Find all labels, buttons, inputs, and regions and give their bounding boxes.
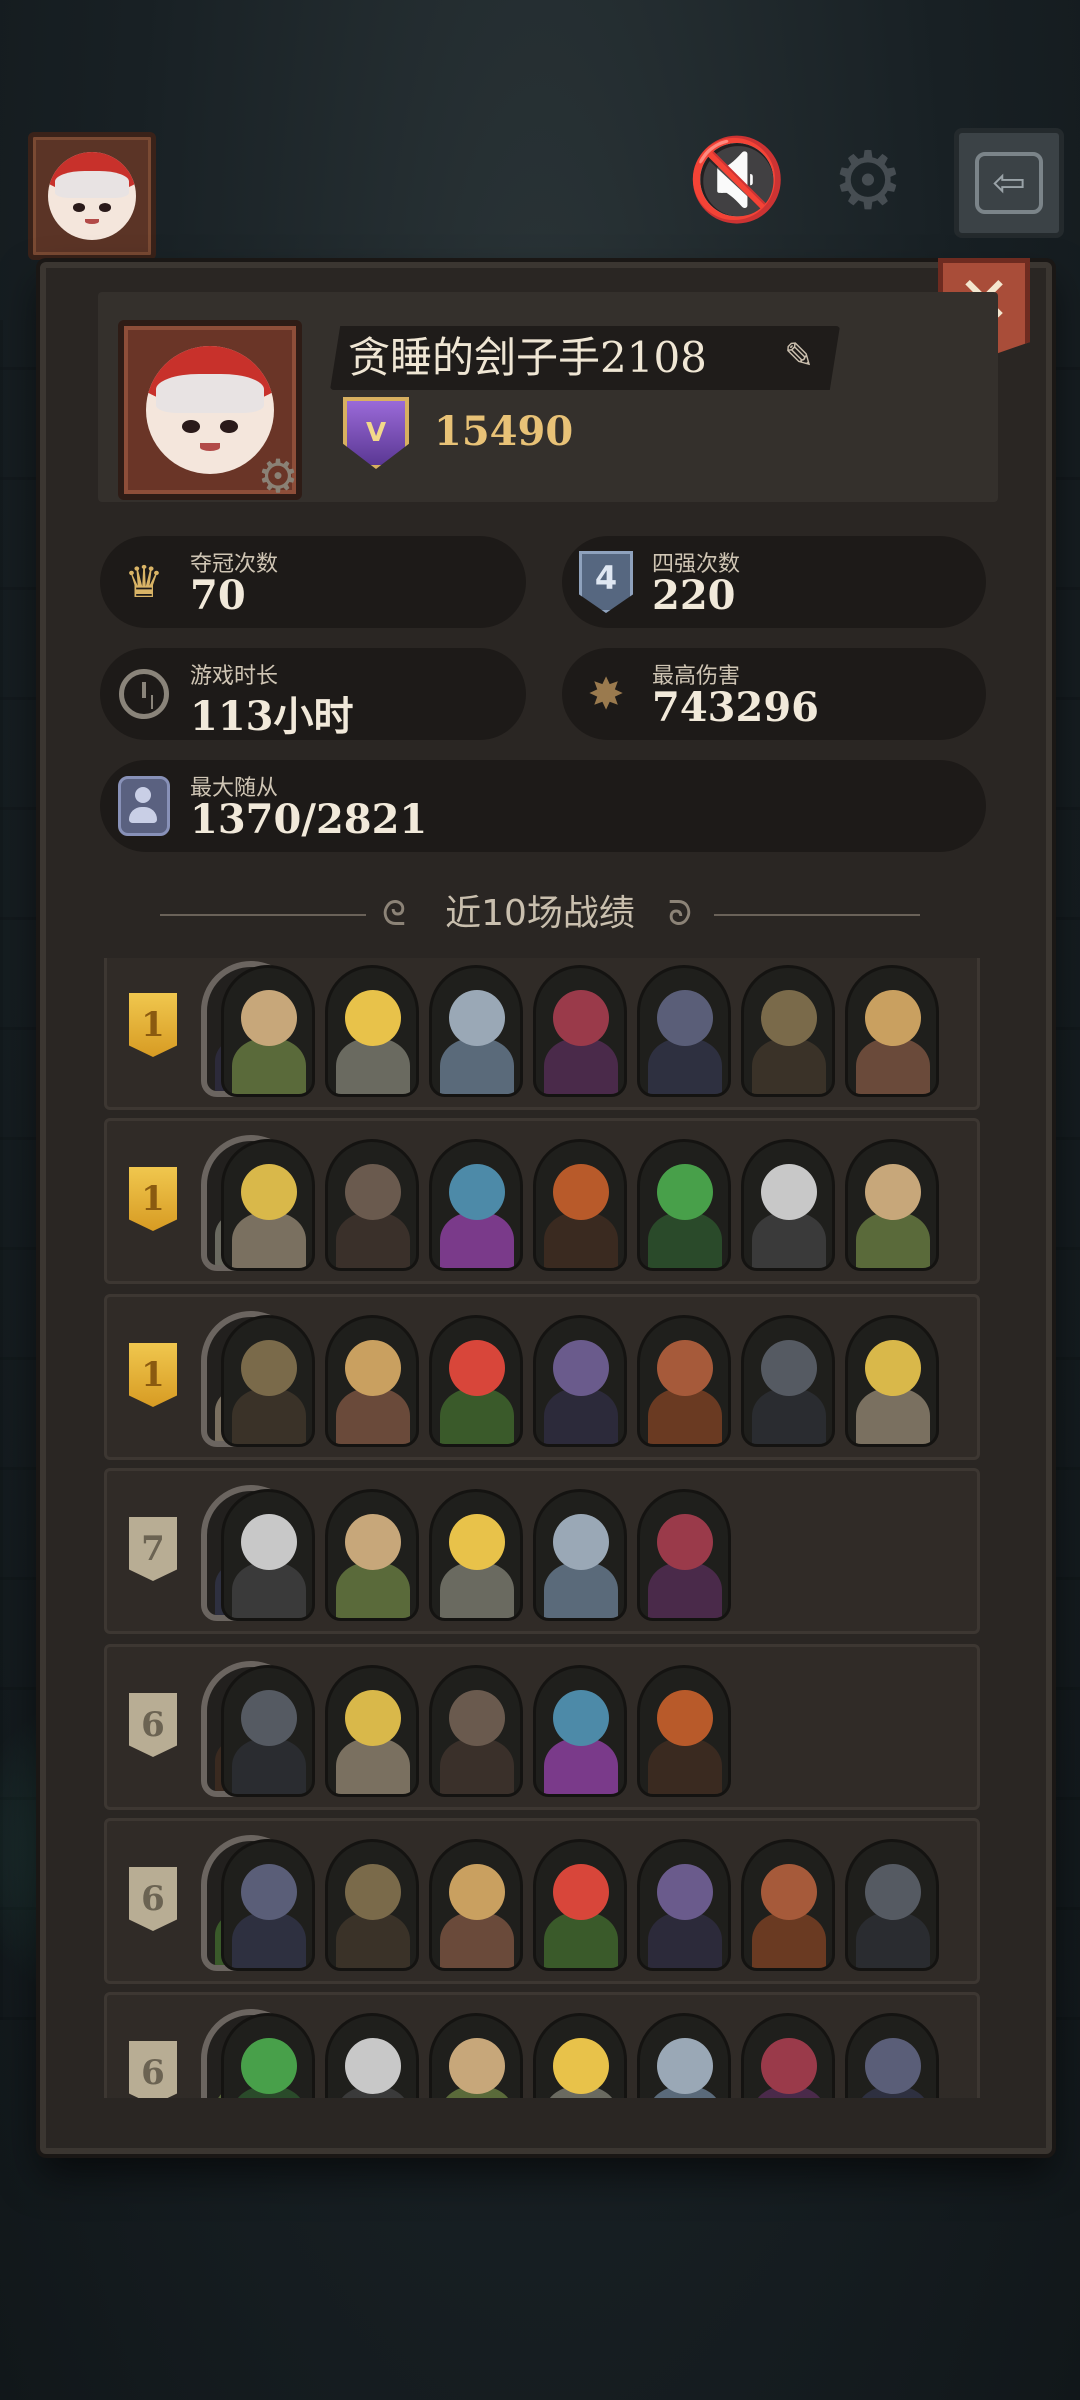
divider-right [714, 914, 920, 916]
avatar-face [48, 152, 136, 240]
unit-portrait[interactable] [637, 1665, 731, 1797]
unit-portrait[interactable] [533, 1489, 627, 1621]
unit-portrait[interactable] [845, 1315, 939, 1447]
unit-portrait[interactable] [429, 1315, 523, 1447]
back-arrow-icon: ⇦ [975, 152, 1043, 214]
unit-portrait[interactable] [221, 965, 315, 1097]
unit-portrait[interactable] [429, 2013, 523, 2098]
unit-portrait[interactable] [741, 1315, 835, 1447]
unit-portrait[interactable] [325, 1839, 419, 1971]
unit-portrait[interactable] [533, 1839, 627, 1971]
unit-portrait[interactable] [741, 965, 835, 1097]
place-badge: 1 [129, 1167, 177, 1231]
unit-portrait[interactable] [533, 1139, 627, 1271]
match-row[interactable]: 6 [104, 1644, 980, 1810]
stat-value: 113小时 [190, 693, 354, 740]
unit-portrait[interactable] [741, 2013, 835, 2098]
swirl-right-icon: ᘐ [668, 894, 692, 934]
match-row[interactable]: 6 [104, 1818, 980, 1984]
clock-icon [114, 664, 174, 724]
stat-value: 70 [190, 572, 246, 619]
top4-icon: 4 [576, 551, 636, 613]
unit-portrait[interactable] [221, 1489, 315, 1621]
unit-portrait[interactable] [325, 2013, 419, 2098]
place-badge: 6 [129, 1867, 177, 1931]
unit-portrait[interactable] [325, 965, 419, 1097]
place-badge: 1 [129, 993, 177, 1057]
unit-portrait[interactable] [845, 1839, 939, 1971]
stat-playtime: 游戏时长 113小时 [100, 648, 526, 740]
unit-portrait[interactable] [325, 1315, 419, 1447]
unit-portrait[interactable] [221, 2013, 315, 2098]
unit-portrait[interactable] [221, 1139, 315, 1271]
place-badge: 7 [129, 1517, 177, 1581]
stat-max-followers: 最大随从 1370/2821 [100, 760, 986, 852]
mute-icon[interactable]: 🔇 [682, 132, 792, 228]
place-badge: 6 [129, 1693, 177, 1757]
unit-portrait[interactable] [429, 965, 523, 1097]
stat-value: 743296 [652, 684, 819, 731]
stat-champion: ♛ 夺冠次数 70 [100, 536, 526, 628]
unit-portrait[interactable] [637, 1839, 731, 1971]
unit-portrait[interactable] [845, 965, 939, 1097]
unit-portrait[interactable] [533, 965, 627, 1097]
unit-portrait[interactable] [429, 1665, 523, 1797]
player-name: 贪睡的刽子手2108 [348, 333, 707, 382]
unit-portrait[interactable] [533, 1665, 627, 1797]
unit-portrait[interactable] [637, 965, 731, 1097]
place-badge: 1 [129, 1343, 177, 1407]
stat-max-damage: ✸ 最高伤害 743296 [562, 648, 986, 740]
avatar-settings-icon[interactable]: ⚙ [252, 450, 304, 502]
stat-value: 1370/2821 [190, 796, 428, 843]
follower-icon [114, 776, 174, 836]
unit-portrait[interactable] [325, 1139, 419, 1271]
match-row[interactable]: 7 [104, 1468, 980, 1634]
unit-portrait[interactable] [429, 1139, 523, 1271]
damage-icon: ✸ [587, 668, 625, 720]
unit-portrait[interactable] [637, 1139, 731, 1271]
stat-value: 220 [652, 572, 736, 619]
rank-score: 15490 [434, 408, 574, 455]
unit-portrait[interactable] [741, 1839, 835, 1971]
unit-portrait[interactable] [533, 2013, 627, 2098]
rank-badge-icon: V [336, 388, 416, 478]
unit-portrait[interactable] [221, 1839, 315, 1971]
match-row[interactable]: 1 [104, 1294, 980, 1460]
exit-button[interactable]: ⇦ [954, 128, 1064, 238]
unit-portrait[interactable] [325, 1489, 419, 1621]
edit-name-icon[interactable]: ✎ [784, 336, 814, 377]
gear-icon[interactable]: ⚙ [820, 132, 916, 228]
unit-portrait[interactable] [533, 1315, 627, 1447]
unit-portrait[interactable] [429, 1489, 523, 1621]
unit-portrait[interactable] [325, 1665, 419, 1797]
match-row[interactable]: 1 [104, 958, 980, 1110]
place-badge: 6 [129, 2041, 177, 2098]
unit-portrait[interactable] [637, 1315, 731, 1447]
unit-portrait[interactable] [845, 2013, 939, 2098]
unit-portrait[interactable] [741, 1139, 835, 1271]
recent-matches-list[interactable]: 1 1 1 7 6 6 6 [98, 958, 988, 2098]
unit-portrait[interactable] [221, 1315, 315, 1447]
unit-portrait[interactable] [221, 1665, 315, 1797]
match-row[interactable]: 1 [104, 1118, 980, 1284]
unit-portrait[interactable] [637, 1489, 731, 1621]
top-avatar-button[interactable] [28, 132, 156, 260]
match-row[interactable]: 6 [104, 1992, 980, 2098]
unit-portrait[interactable] [637, 2013, 731, 2098]
stat-top4: 4 四强次数 220 [562, 536, 986, 628]
unit-portrait[interactable] [429, 1839, 523, 1971]
unit-portrait[interactable] [845, 1139, 939, 1271]
crown-icon: ♛ [124, 556, 164, 608]
